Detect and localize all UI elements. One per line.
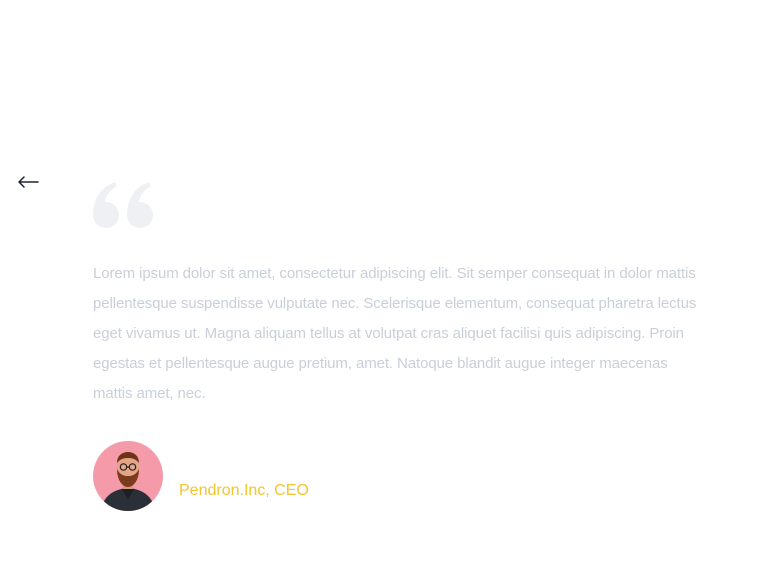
arrow-left-icon — [18, 176, 39, 188]
testimonial-quote-text: Lorem ipsum dolor sit amet, consectetur … — [93, 265, 697, 402]
avatar — [93, 441, 163, 511]
previous-testimonial-button[interactable] — [16, 172, 42, 192]
testimonial-author: Pendron.Inc, CEO — [93, 441, 309, 511]
author-name: Pendron.Inc, CEO — [179, 482, 309, 499]
quote-mark-icon — [93, 182, 153, 228]
avatar-image — [93, 441, 163, 511]
